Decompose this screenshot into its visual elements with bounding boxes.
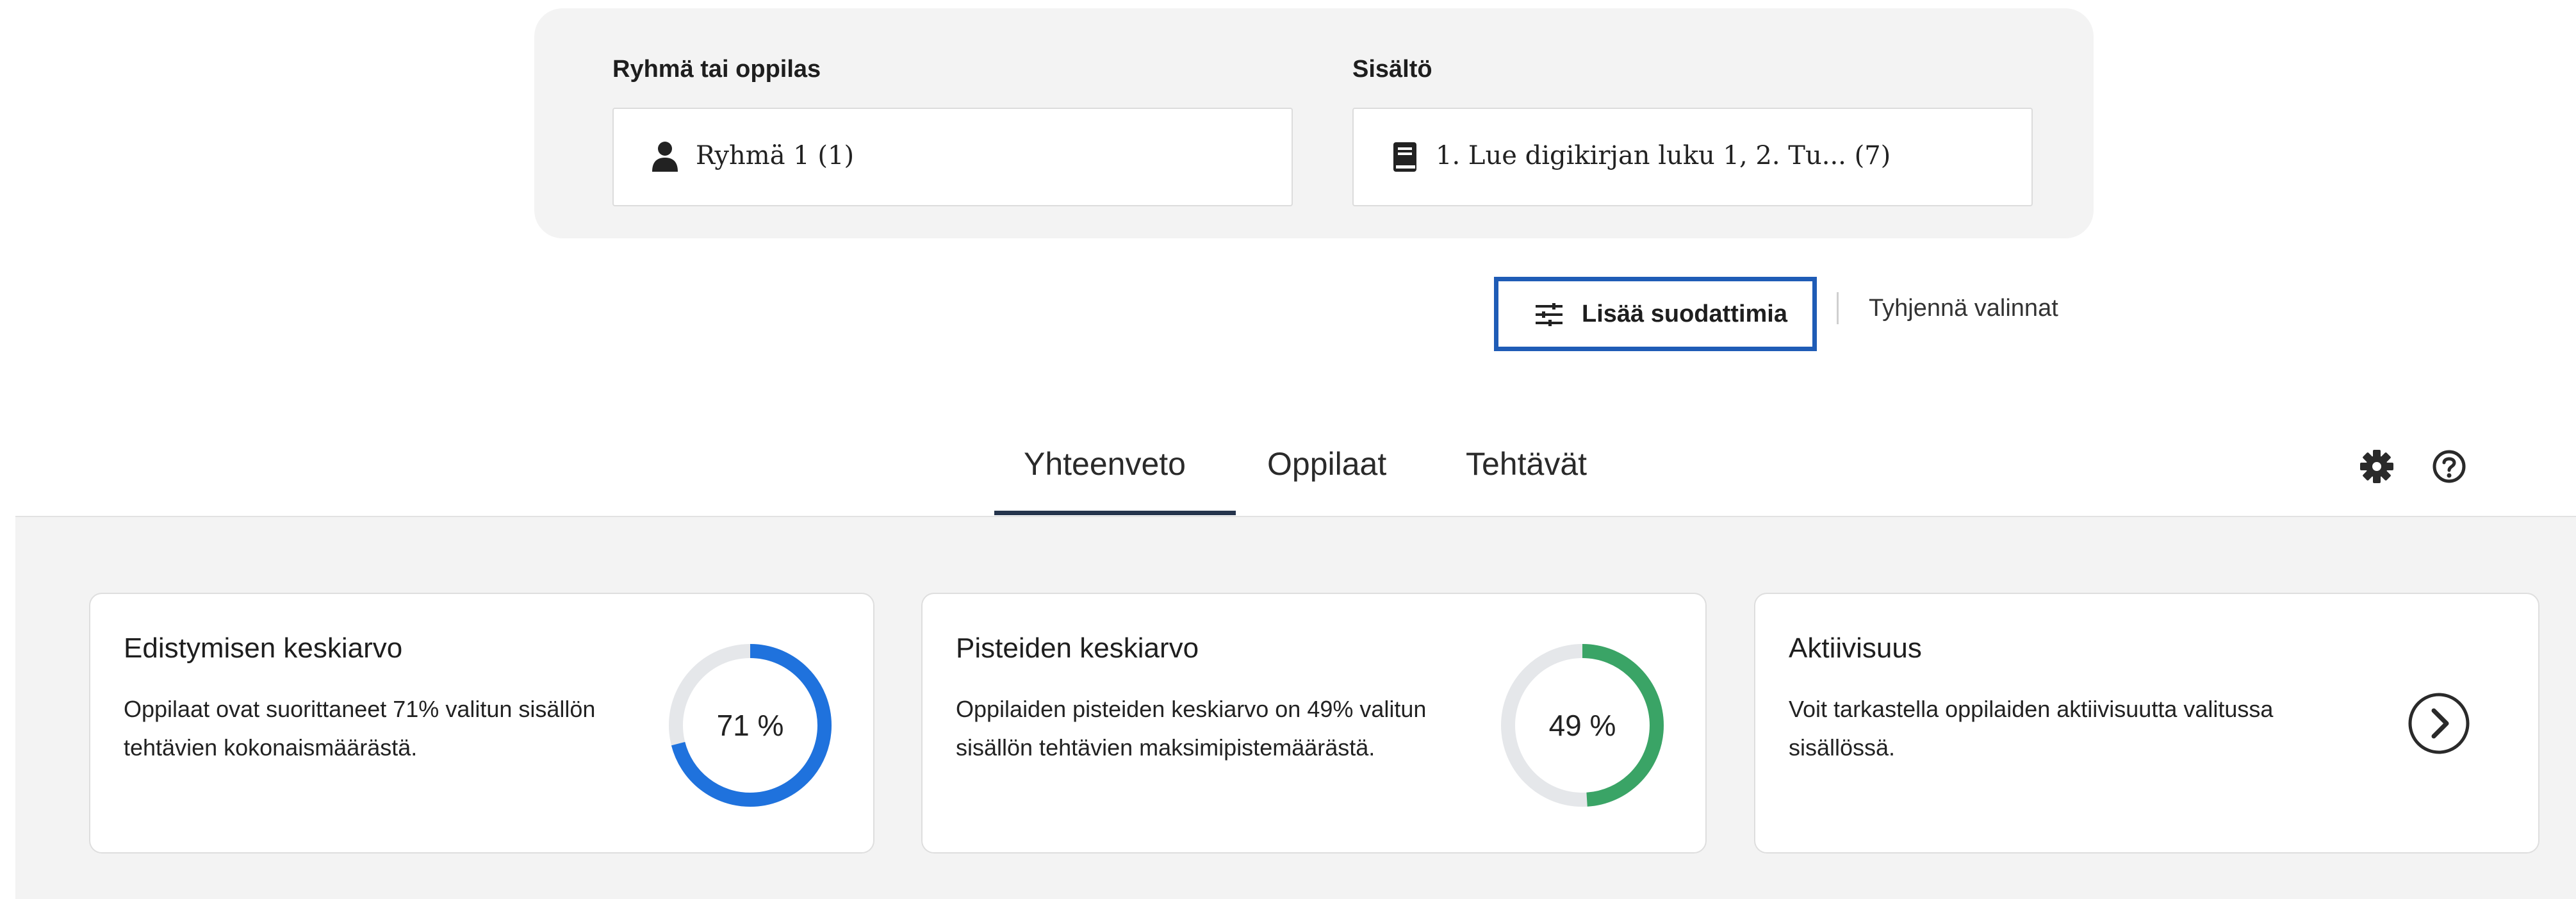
progress-average-card: Edistymisen keskiarvo Oppilaat ovat suor…: [89, 593, 874, 854]
active-tab-indicator: [994, 511, 1236, 515]
card-title: Aktiivisuus: [1789, 632, 1922, 664]
sliders-icon: [1536, 303, 1563, 326]
content-selector[interactable]: 1. Lue digikirjan luku 1, 2. Tu... (7): [1352, 108, 2033, 206]
points-value: 49 %: [1548, 709, 1616, 742]
gear-icon[interactable]: [2359, 449, 2395, 484]
card-description: Voit tarkastella oppilaiden aktiivisuutt…: [1789, 696, 2274, 761]
card-description: Oppilaat ovat suorittaneet 71% valitun s…: [124, 696, 596, 761]
progress-value: 71 %: [716, 709, 784, 742]
divider: [1837, 292, 1839, 324]
card-title: Pisteiden keskiarvo: [956, 632, 1199, 664]
clear-selections-link[interactable]: Tyhjennä valinnat: [1869, 295, 2058, 322]
more-filters-button[interactable]: Lisää suodattimia: [1494, 277, 1817, 351]
card-description: Oppilaiden pisteiden keskiarvo on 49% va…: [956, 696, 1427, 761]
group-selector[interactable]: Ryhmä 1 (1): [612, 108, 1293, 206]
person-icon: [652, 142, 678, 172]
content-field-label: Sisältö: [1352, 56, 1432, 83]
group-selector-value: Ryhmä 1 (1): [696, 141, 855, 170]
card-title: Edistymisen keskiarvo: [124, 632, 403, 664]
content-selector-value: 1. Lue digikirjan luku 1, 2. Tu... (7): [1436, 141, 1891, 170]
more-filters-label: Lisää suodattimia: [1582, 301, 1787, 327]
book-icon: [1393, 142, 1416, 172]
filter-panel: Ryhmä tai oppilas Sisältö Ryhmä 1 (1) 1.…: [534, 8, 2094, 238]
group-field-label: Ryhmä tai oppilas: [612, 56, 821, 83]
tab-tasks[interactable]: Tehtävät: [1466, 445, 1587, 482]
points-average-card: Pisteiden keskiarvo Oppilaiden pisteiden…: [921, 593, 1707, 854]
activity-card: Aktiivisuus Voit tarkastella oppilaiden …: [1754, 593, 2539, 854]
tab-students[interactable]: Oppilaat: [1267, 445, 1386, 482]
chevron-right-icon[interactable]: [2407, 691, 2471, 755]
help-icon[interactable]: [2431, 449, 2467, 484]
tab-summary[interactable]: Yhteenveto: [1024, 445, 1186, 482]
